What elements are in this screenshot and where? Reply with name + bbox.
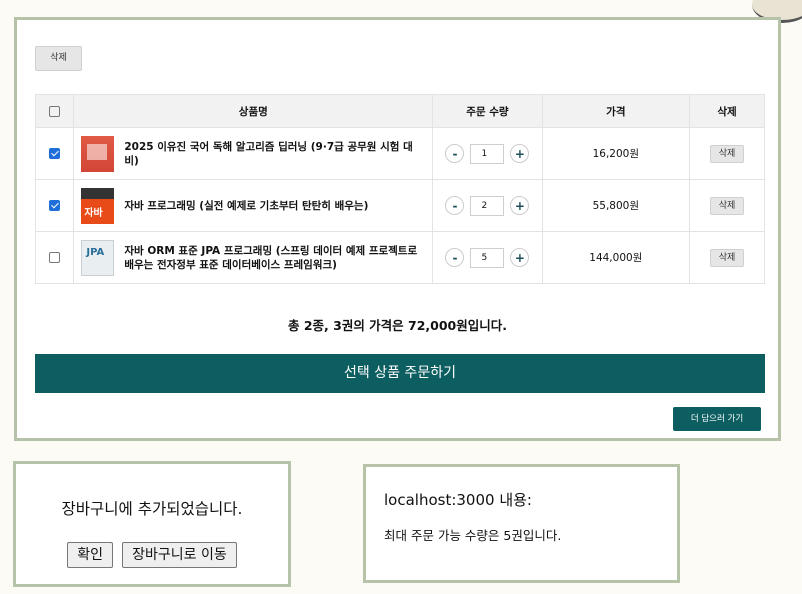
qty-minus-button[interactable]: - [445,144,465,163]
table-row: 자바 프로그래밍 (실전 예제로 기초부터 탄탄히 배우는) - 2 + 55,… [34,179,766,232]
qty-plus-button[interactable]: + [510,196,530,215]
product-name[interactable]: 자바 프로그래밍 (실전 예제로 기초부터 탄탄히 배우는) [124,199,378,213]
qty-input[interactable]: 5 [470,247,505,268]
book-cover-image [81,187,115,224]
qty-minus-button[interactable]: - [445,196,465,215]
qty-input[interactable]: 2 [470,195,505,216]
product-price: 144,000원 [541,231,690,284]
qty-plus-button[interactable]: + [510,144,530,163]
row-checkbox[interactable] [49,200,61,211]
table-header-row: 상품명 주문 수량 가격 삭제 [34,94,766,128]
book-cover-image [81,239,115,276]
cart-added-dialog: 장바구니에 추가되었습니다. 확인 장바구니로 이동 [13,461,291,587]
product-name[interactable]: 자바 ORM 표준 JPA 프로그래밍 (스프링 데이터 예제 프로젝트로 배우… [124,244,431,272]
table-row: 자바 ORM 표준 JPA 프로그래밍 (스프링 데이터 예제 프로젝트로 배우… [34,231,766,284]
header-price: 가격 [541,94,690,128]
confirm-button[interactable]: 확인 [67,542,114,568]
product-price: 16,200원 [541,127,690,180]
product-price: 55,800원 [541,179,690,232]
book-cover-image [81,135,115,172]
row-delete-button[interactable]: 삭제 [709,144,744,163]
cart-panel: 삭제 상품명 주문 수량 가격 삭제 2025 이유진 국어 독해 알고리즘 딥… [14,17,781,441]
alert-message: 최대 주문 가능 수량은 5권입니다. [384,528,562,543]
select-all-checkbox[interactable] [49,105,61,117]
qty-plus-button[interactable]: + [510,248,530,267]
dialog-message: 장바구니에 추가되었습니다. [61,500,243,518]
row-delete-button[interactable]: 삭제 [709,248,744,267]
qty-input[interactable]: 1 [470,143,505,164]
header-name: 상품명 [73,94,434,128]
header-qty: 주문 수량 [432,94,543,128]
header-delete: 삭제 [688,94,766,128]
continue-shopping-button[interactable]: 더 담으러 가기 [673,407,761,431]
order-total-summary: 총 2종, 3권의 가격은 72,000원입니다. [287,318,508,333]
qty-minus-button[interactable]: - [445,248,465,267]
browser-alert-dialog: localhost:3000 내용: 최대 주문 가능 수량은 5권입니다. [363,464,680,583]
row-checkbox[interactable] [49,148,61,159]
alert-title: localhost:3000 내용: [384,491,532,509]
row-delete-button[interactable]: 삭제 [709,196,744,215]
order-selected-button[interactable]: 선택 상품 주문하기 [35,354,765,393]
table-row: 2025 이유진 국어 독해 알고리즘 딥러닝 (9·7급 공무원 시험 대비)… [34,127,766,180]
select-all-cell[interactable] [34,94,75,128]
go-to-cart-button[interactable]: 장바구니로 이동 [122,542,237,568]
cart-table: 상품명 주문 수량 가격 삭제 2025 이유진 국어 독해 알고리즘 딥러닝 … [34,94,766,284]
delete-selected-button[interactable]: 삭제 [35,46,82,71]
product-name[interactable]: 2025 이유진 국어 독해 알고리즘 딥러닝 (9·7급 공무원 시험 대비) [124,140,431,168]
row-checkbox[interactable] [49,252,61,263]
